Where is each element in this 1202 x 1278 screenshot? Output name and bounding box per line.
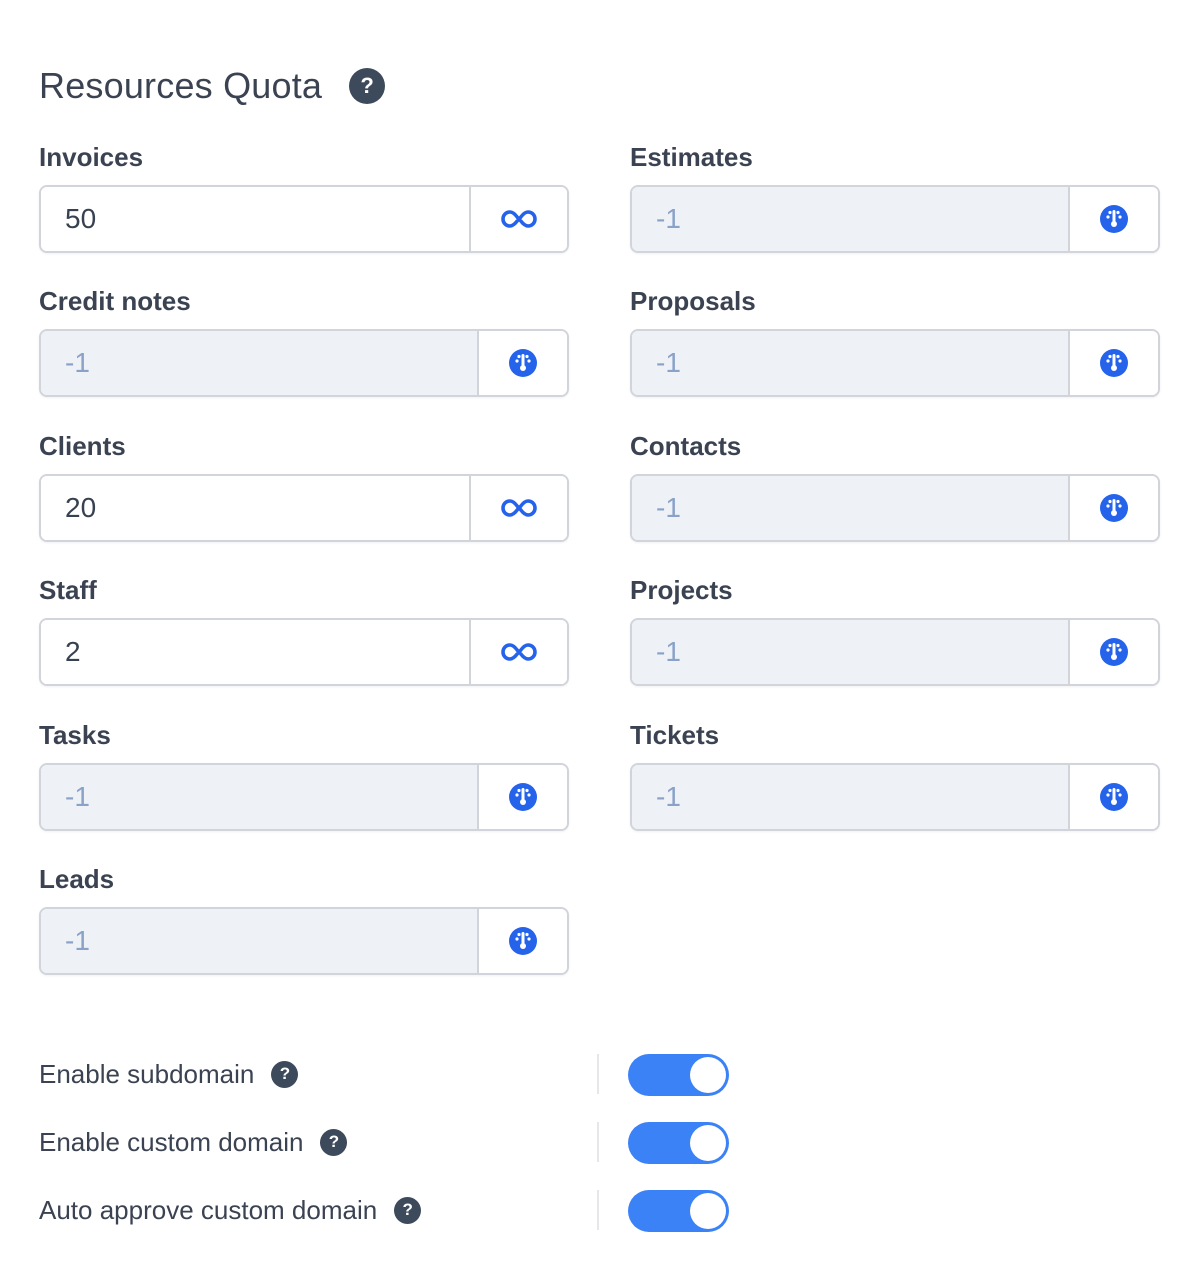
infinity-icon: [501, 210, 537, 228]
switch-knob: [690, 1057, 726, 1093]
field-label-tasks: Tasks: [39, 720, 111, 750]
section-title: Resources Quota: [39, 65, 323, 106]
infinity-icon: [501, 643, 537, 661]
clients-input[interactable]: [41, 476, 469, 540]
unlimited-toggle-button[interactable]: [469, 476, 567, 540]
switch-knob: [690, 1125, 726, 1161]
invoices-input[interactable]: [41, 187, 469, 251]
field-credit-notes: Credit notes: [39, 285, 569, 397]
limit-toggle-button[interactable]: [1068, 476, 1158, 540]
unlimited-toggle-button[interactable]: [469, 620, 567, 684]
field-tickets: Tickets: [630, 719, 1160, 831]
limit-toggle-button[interactable]: [1068, 765, 1158, 829]
help-icon[interactable]: ?: [394, 1196, 422, 1224]
input-group-credit-notes: [39, 329, 569, 397]
divider: [597, 1054, 599, 1094]
field-label-staff: Staff: [39, 575, 97, 605]
limit-toggle-button[interactable]: [477, 331, 567, 395]
divider: [597, 1122, 599, 1162]
gauge-icon: [1100, 349, 1128, 377]
input-group-invoices: [39, 185, 569, 253]
gauge-icon: [509, 783, 537, 811]
tasks-input[interactable]: [41, 765, 477, 829]
estimates-input[interactable]: [632, 187, 1068, 251]
toggle-label-auto-approve: Auto approve custom domain: [39, 1194, 378, 1225]
input-group-contacts: [630, 474, 1160, 542]
toggle-label-subdomain: Enable subdomain: [39, 1058, 255, 1089]
gauge-icon: [1100, 205, 1128, 233]
field-projects: Projects: [630, 574, 1160, 686]
input-group-projects: [630, 618, 1160, 686]
field-label-leads: Leads: [39, 864, 115, 894]
switch-knob: [690, 1193, 726, 1229]
field-invoices: Invoices: [39, 141, 569, 253]
field-label-contacts: Contacts: [630, 431, 742, 461]
field-label-credit-notes: Credit notes: [39, 286, 191, 316]
input-group-leads: [39, 907, 569, 975]
limit-toggle-button[interactable]: [477, 909, 567, 973]
input-group-proposals: [630, 329, 1160, 397]
input-group-staff: [39, 618, 569, 686]
unlimited-toggle-button[interactable]: [469, 187, 567, 251]
custom-domain-switch[interactable]: [628, 1122, 729, 1164]
leads-input[interactable]: [41, 909, 477, 973]
gauge-icon: [1100, 638, 1128, 666]
gauge-icon: [1100, 783, 1128, 811]
limit-toggle-button[interactable]: [1068, 331, 1158, 395]
field-label-clients: Clients: [39, 431, 126, 461]
credit-notes-input[interactable]: [41, 331, 477, 395]
field-label-proposals: Proposals: [630, 286, 756, 316]
infinity-icon: [501, 499, 537, 517]
input-group-clients: [39, 474, 569, 542]
gauge-icon: [509, 927, 537, 955]
limit-toggle-button[interactable]: [1068, 620, 1158, 684]
field-label-projects: Projects: [630, 575, 733, 605]
field-leads: Leads: [39, 863, 569, 975]
field-tasks: Tasks: [39, 719, 569, 831]
field-label-estimates: Estimates: [630, 142, 753, 172]
field-label-tickets: Tickets: [630, 720, 720, 750]
tickets-input[interactable]: [632, 765, 1068, 829]
help-icon[interactable]: ?: [349, 68, 386, 104]
limit-toggle-button[interactable]: [1068, 187, 1158, 251]
limit-toggle-button[interactable]: [477, 765, 567, 829]
staff-input[interactable]: [41, 620, 469, 684]
toggle-label-custom-domain: Enable custom domain: [39, 1126, 304, 1157]
input-group-tickets: [630, 763, 1160, 831]
input-group-estimates: [630, 185, 1160, 253]
field-estimates: Estimates: [630, 141, 1160, 253]
field-staff: Staff: [39, 574, 569, 686]
gauge-icon: [509, 349, 537, 377]
divider: [597, 1190, 599, 1230]
gauge-icon: [1100, 494, 1128, 522]
help-icon[interactable]: ?: [320, 1128, 348, 1156]
section-header: Resources Quota ?: [39, 62, 386, 110]
field-label-invoices: Invoices: [39, 142, 144, 172]
subdomain-switch[interactable]: [628, 1054, 729, 1096]
field-clients: Clients: [39, 430, 569, 542]
field-proposals: Proposals: [630, 285, 1160, 397]
projects-input[interactable]: [632, 620, 1068, 684]
help-icon[interactable]: ?: [271, 1060, 299, 1088]
field-contacts: Contacts: [630, 430, 1160, 542]
proposals-input[interactable]: [632, 331, 1068, 395]
auto-approve-switch[interactable]: [628, 1190, 729, 1232]
input-group-tasks: [39, 763, 569, 831]
contacts-input[interactable]: [632, 476, 1068, 540]
